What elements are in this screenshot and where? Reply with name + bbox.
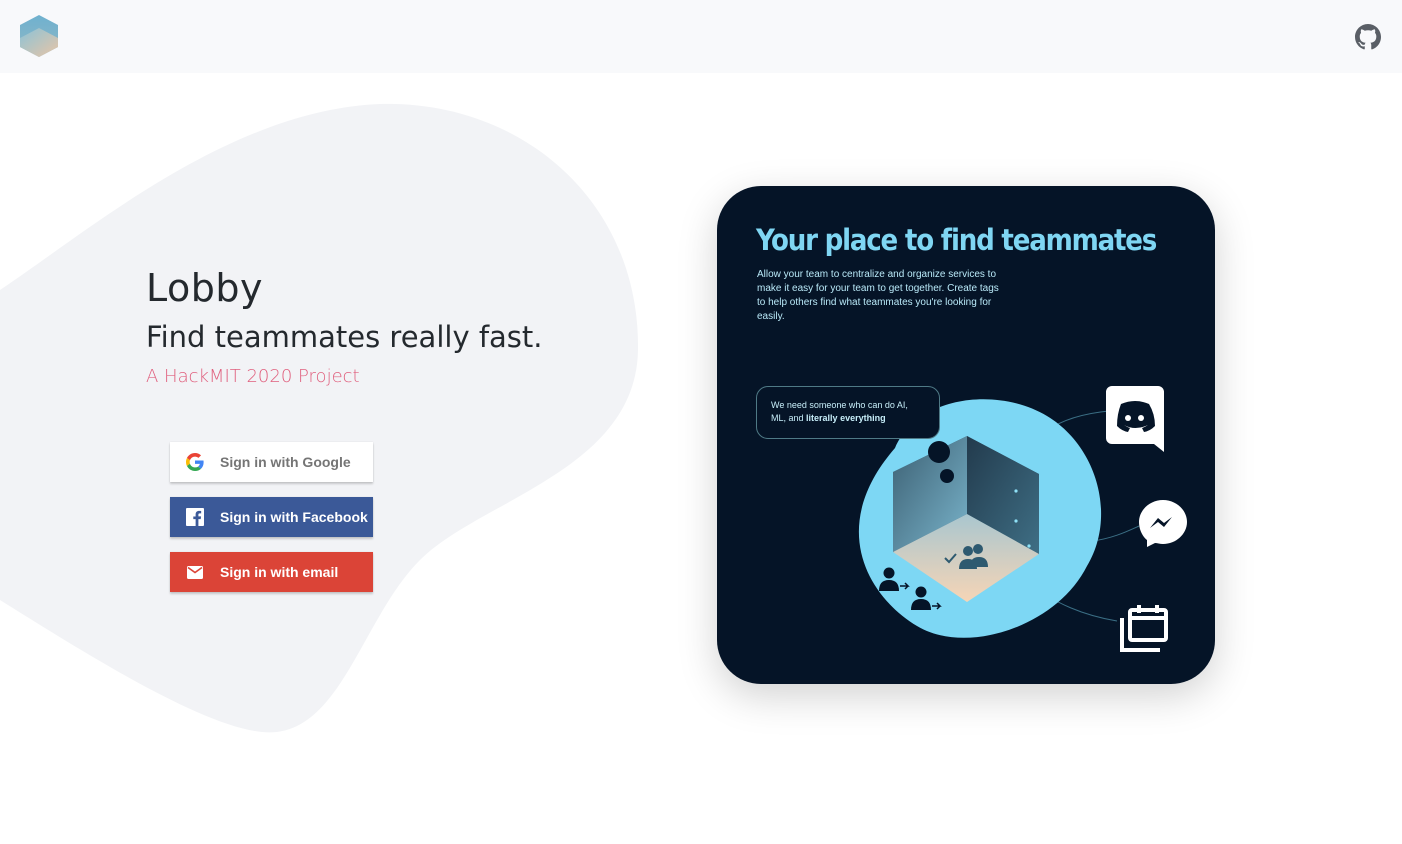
bubble-bold-text: literally everything — [806, 413, 886, 423]
app-title: Lobby — [146, 266, 263, 310]
promo-card: Your place to find teammates Allow your … — [717, 186, 1215, 684]
project-subtitle: A HackMIT 2020 Project — [146, 366, 360, 387]
github-icon[interactable] — [1355, 24, 1381, 50]
sign-in-facebook-button[interactable]: Sign in with Facebook — [170, 497, 373, 537]
card-title: Your place to find teammates — [756, 223, 1157, 257]
sign-in-options: Sign in with Google Sign in with Faceboo… — [170, 442, 373, 607]
sign-in-google-button[interactable]: Sign in with Google — [170, 442, 373, 482]
email-icon — [186, 563, 204, 581]
card-description: Allow your team to centralize and organi… — [757, 269, 999, 322]
sign-in-email-button[interactable]: Sign in with email — [170, 552, 373, 592]
speech-bubble: We need someone who can do AI, ML, and l… — [756, 386, 940, 439]
calendar-icon — [1120, 605, 1168, 652]
sign-in-email-label: Sign in with email — [220, 564, 339, 580]
sign-in-google-label: Sign in with Google — [220, 454, 351, 470]
sign-in-facebook-label: Sign in with Facebook — [220, 509, 368, 525]
discord-icon — [1106, 386, 1164, 452]
google-icon — [186, 453, 204, 471]
facebook-icon — [186, 508, 204, 526]
app-tagline: Find teammates really fast. — [146, 320, 543, 354]
background-blob — [0, 103, 639, 733]
hero-section: Lobby Find teammates really fast. A Hack… — [146, 262, 626, 389]
messenger-icon — [1139, 500, 1187, 547]
